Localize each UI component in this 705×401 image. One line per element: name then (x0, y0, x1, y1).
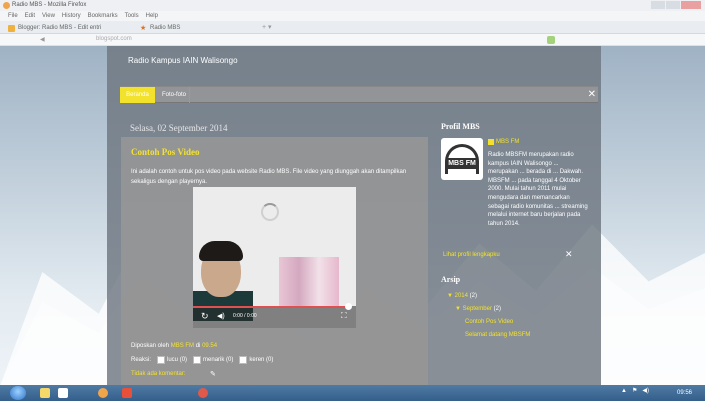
maximize-button[interactable] (666, 1, 680, 9)
profile-full-link[interactable]: Lihat profil lengkapku (443, 252, 500, 258)
reaction-label: menarik (0) (203, 357, 234, 363)
profile-name: MBS FM (496, 139, 520, 145)
archive-month-count: (2) (493, 306, 501, 312)
video-frame-background (279, 257, 339, 307)
menu-edit[interactable]: Edit (25, 13, 35, 19)
extension-icon[interactable] (547, 36, 555, 44)
menu-bar: File Edit View History Bookmarks Tools H… (0, 11, 705, 21)
taskbar-folder-icon[interactable] (40, 388, 50, 398)
tab-radio-mbs[interactable]: ★ Radio MBS (140, 23, 180, 33)
navigation-bar: ◀ blogspot.com (0, 34, 705, 46)
video-progress-handle[interactable] (345, 303, 352, 310)
profile-name-link[interactable]: MBS FM (488, 139, 519, 145)
menu-file[interactable]: File (8, 13, 18, 19)
taskbar-app-icon[interactable] (198, 388, 208, 398)
new-tab-button[interactable]: + ▾ (262, 23, 272, 31)
window-title: Radio MBS - Mozilla Firefox (12, 2, 87, 8)
sidebar: Profil MBS MBS FM MBS FM Radio MBSFM mer… (441, 118, 591, 378)
tab-blogger[interactable]: Blogger: Radio MBS - Edit entri (8, 23, 101, 33)
nav-tab-foto[interactable]: Foto-foto (159, 87, 191, 103)
volume-icon[interactable]: ◀) (642, 387, 649, 394)
reactions: Reaksi: lucu (0) menarik (0) keren (0) (131, 356, 273, 364)
post-time-link[interactable]: 09.54 (202, 343, 217, 349)
video-player[interactable]: ↻ ◀) 0:00 / 0:00 ⛶ (193, 187, 356, 328)
blogger-icon (488, 139, 494, 145)
reaction-lucu[interactable]: lucu (0) (157, 356, 187, 364)
window-controls (651, 1, 701, 10)
post: Contoh Pos Video Ini adalah contoh untuk… (121, 137, 428, 385)
profile-title: Profil MBS (441, 122, 480, 131)
tab-label: Blogger: Radio MBS - Edit entri (18, 25, 102, 31)
taskbar-firefox-icon[interactable] (98, 388, 108, 398)
archive-month-label[interactable]: September (463, 306, 492, 312)
menu-view[interactable]: View (42, 13, 55, 19)
back-icon[interactable]: ◀ (40, 36, 45, 43)
blog-container: Radio Kampus IAIN Walisongo Beranda Foto… (107, 46, 601, 385)
video-frame-person (199, 241, 243, 261)
tab-label: Radio MBS (150, 25, 181, 31)
comments-link[interactable]: Tidak ada komentar: (131, 371, 185, 377)
reaction-checkbox[interactable] (157, 356, 166, 364)
date-header: Selasa, 02 September 2014 (130, 123, 228, 133)
taskbar-app-icon[interactable] (122, 388, 132, 398)
loading-spinner-icon (261, 203, 279, 221)
archive-year-count: (2) (469, 293, 477, 299)
post-author-link[interactable]: MBS FM (171, 343, 194, 349)
post-body: Ini adalah contoh untuk pos video pada w… (131, 169, 407, 185)
tab-bar: Blogger: Radio MBS - Edit entri ★ Radio … (0, 21, 705, 34)
blog-navigation: Beranda Foto-foto ✕ (120, 86, 598, 103)
taskbar-clock[interactable]: 09:56 (677, 390, 692, 396)
url-field[interactable]: blogspot.com (96, 36, 132, 42)
replay-icon[interactable]: ↻ (201, 311, 209, 322)
reaction-menarik[interactable]: menarik (0) (193, 356, 233, 364)
firefox-icon (3, 2, 10, 9)
archive-post-link[interactable]: Selamat datang MBSFM (443, 329, 530, 342)
archive-post-link[interactable]: Contoh Pos Video (443, 316, 530, 329)
taskbar: ▲ ⚑ ◀) 09:56 (0, 385, 705, 401)
menu-tools[interactable]: Tools (125, 13, 139, 19)
reaction-keren[interactable]: keren (0) (239, 356, 273, 364)
close-button[interactable] (681, 1, 701, 9)
wrench-icon[interactable]: ✕ (565, 249, 573, 260)
reaction-checkbox[interactable] (239, 356, 248, 364)
archive-list: ▼ 2014 (2) ▼ September (2) Contoh Pos Vi… (443, 290, 530, 342)
logo-text: MBS FM (447, 158, 477, 169)
post-title[interactable]: Contoh Pos Video (131, 147, 200, 157)
reaction-checkbox[interactable] (193, 356, 202, 364)
menu-help[interactable]: Help (146, 13, 158, 19)
web-page: Radio Kampus IAIN Walisongo Beranda Foto… (0, 46, 705, 385)
video-progress-bar[interactable] (193, 306, 349, 308)
nav-tab-beranda[interactable]: Beranda (120, 87, 155, 103)
browser-window: Radio MBS - Mozilla Firefox File Edit Vi… (0, 0, 705, 401)
posted-prefix: Diposkan oleh (131, 343, 170, 349)
blogger-icon: ★ (140, 24, 147, 32)
posted-by: Diposkan oleh MBS FM di 09.54 (131, 343, 217, 349)
network-icon[interactable]: ▲ (621, 388, 627, 394)
menu-bookmarks[interactable]: Bookmarks (88, 13, 118, 19)
start-button[interactable] (10, 386, 26, 400)
reactions-label: Reaksi: (131, 357, 152, 363)
blog-title[interactable]: Radio Kampus IAIN Walisongo (128, 56, 238, 65)
reaction-label: keren (0) (249, 357, 274, 363)
archive-year-label[interactable]: 2014 (455, 293, 468, 299)
archive-year[interactable]: ▼ 2014 (2) (443, 290, 530, 303)
wrench-icon[interactable]: ✕ (588, 89, 596, 100)
pencil-icon[interactable]: ✎ (210, 370, 216, 378)
system-tray: ▲ ⚑ ◀) (621, 387, 649, 395)
mbs-fm-logo: MBS FM (441, 138, 483, 180)
blogger-icon (8, 24, 15, 32)
flag-icon[interactable]: ⚑ (632, 387, 637, 394)
archive-title: Arsip (441, 275, 461, 284)
menu-history[interactable]: History (62, 13, 81, 19)
fullscreen-icon[interactable]: ⛶ (341, 311, 347, 321)
posted-at-prefix: di (195, 343, 201, 349)
reaction-label: lucu (0) (167, 357, 188, 363)
title-bar: Radio MBS - Mozilla Firefox (0, 0, 705, 11)
minimize-button[interactable] (651, 1, 665, 9)
video-time: 0:00 / 0:00 (233, 313, 257, 319)
taskbar-app-icon[interactable] (58, 388, 68, 398)
profile-description: Radio MBSFM merupakan radio kampus IAIN … (488, 152, 588, 227)
archive-month[interactable]: ▼ September (2) (443, 303, 530, 316)
volume-icon[interactable]: ◀) (217, 312, 225, 320)
